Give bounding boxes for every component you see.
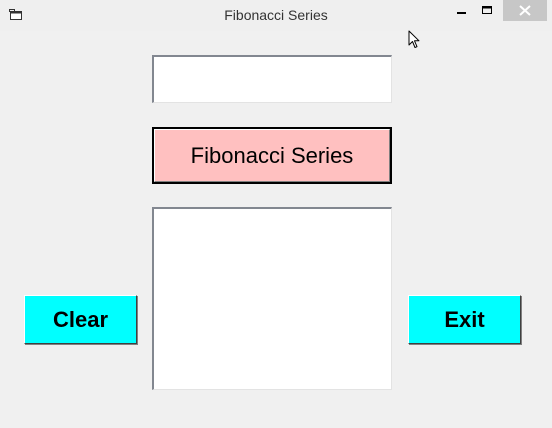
number-input[interactable]: [152, 55, 392, 103]
fibonacci-series-button-label: Fibonacci Series: [190, 142, 354, 168]
close-icon: [519, 5, 531, 16]
fibonacci-series-button-face: Fibonacci Series: [154, 129, 390, 182]
maximize-icon: [482, 6, 492, 14]
close-button[interactable]: [503, 0, 547, 21]
fibonacci-output-list[interactable]: [152, 207, 392, 390]
maximize-button[interactable]: [474, 0, 500, 21]
exit-button[interactable]: Exit: [408, 295, 521, 344]
clear-button-label: Clear: [52, 306, 109, 332]
minimize-button[interactable]: [448, 0, 474, 21]
minimize-icon: [457, 12, 466, 14]
title-bar[interactable]: Fibonacci Series: [0, 0, 552, 31]
mouse-pointer-icon: [408, 30, 420, 48]
app-window: Fibonacci Series Fibonacci Series Clear: [0, 0, 552, 428]
fibonacci-series-button[interactable]: Fibonacci Series: [152, 127, 392, 184]
clear-button[interactable]: Clear: [24, 295, 137, 344]
exit-button-label: Exit: [444, 306, 485, 332]
